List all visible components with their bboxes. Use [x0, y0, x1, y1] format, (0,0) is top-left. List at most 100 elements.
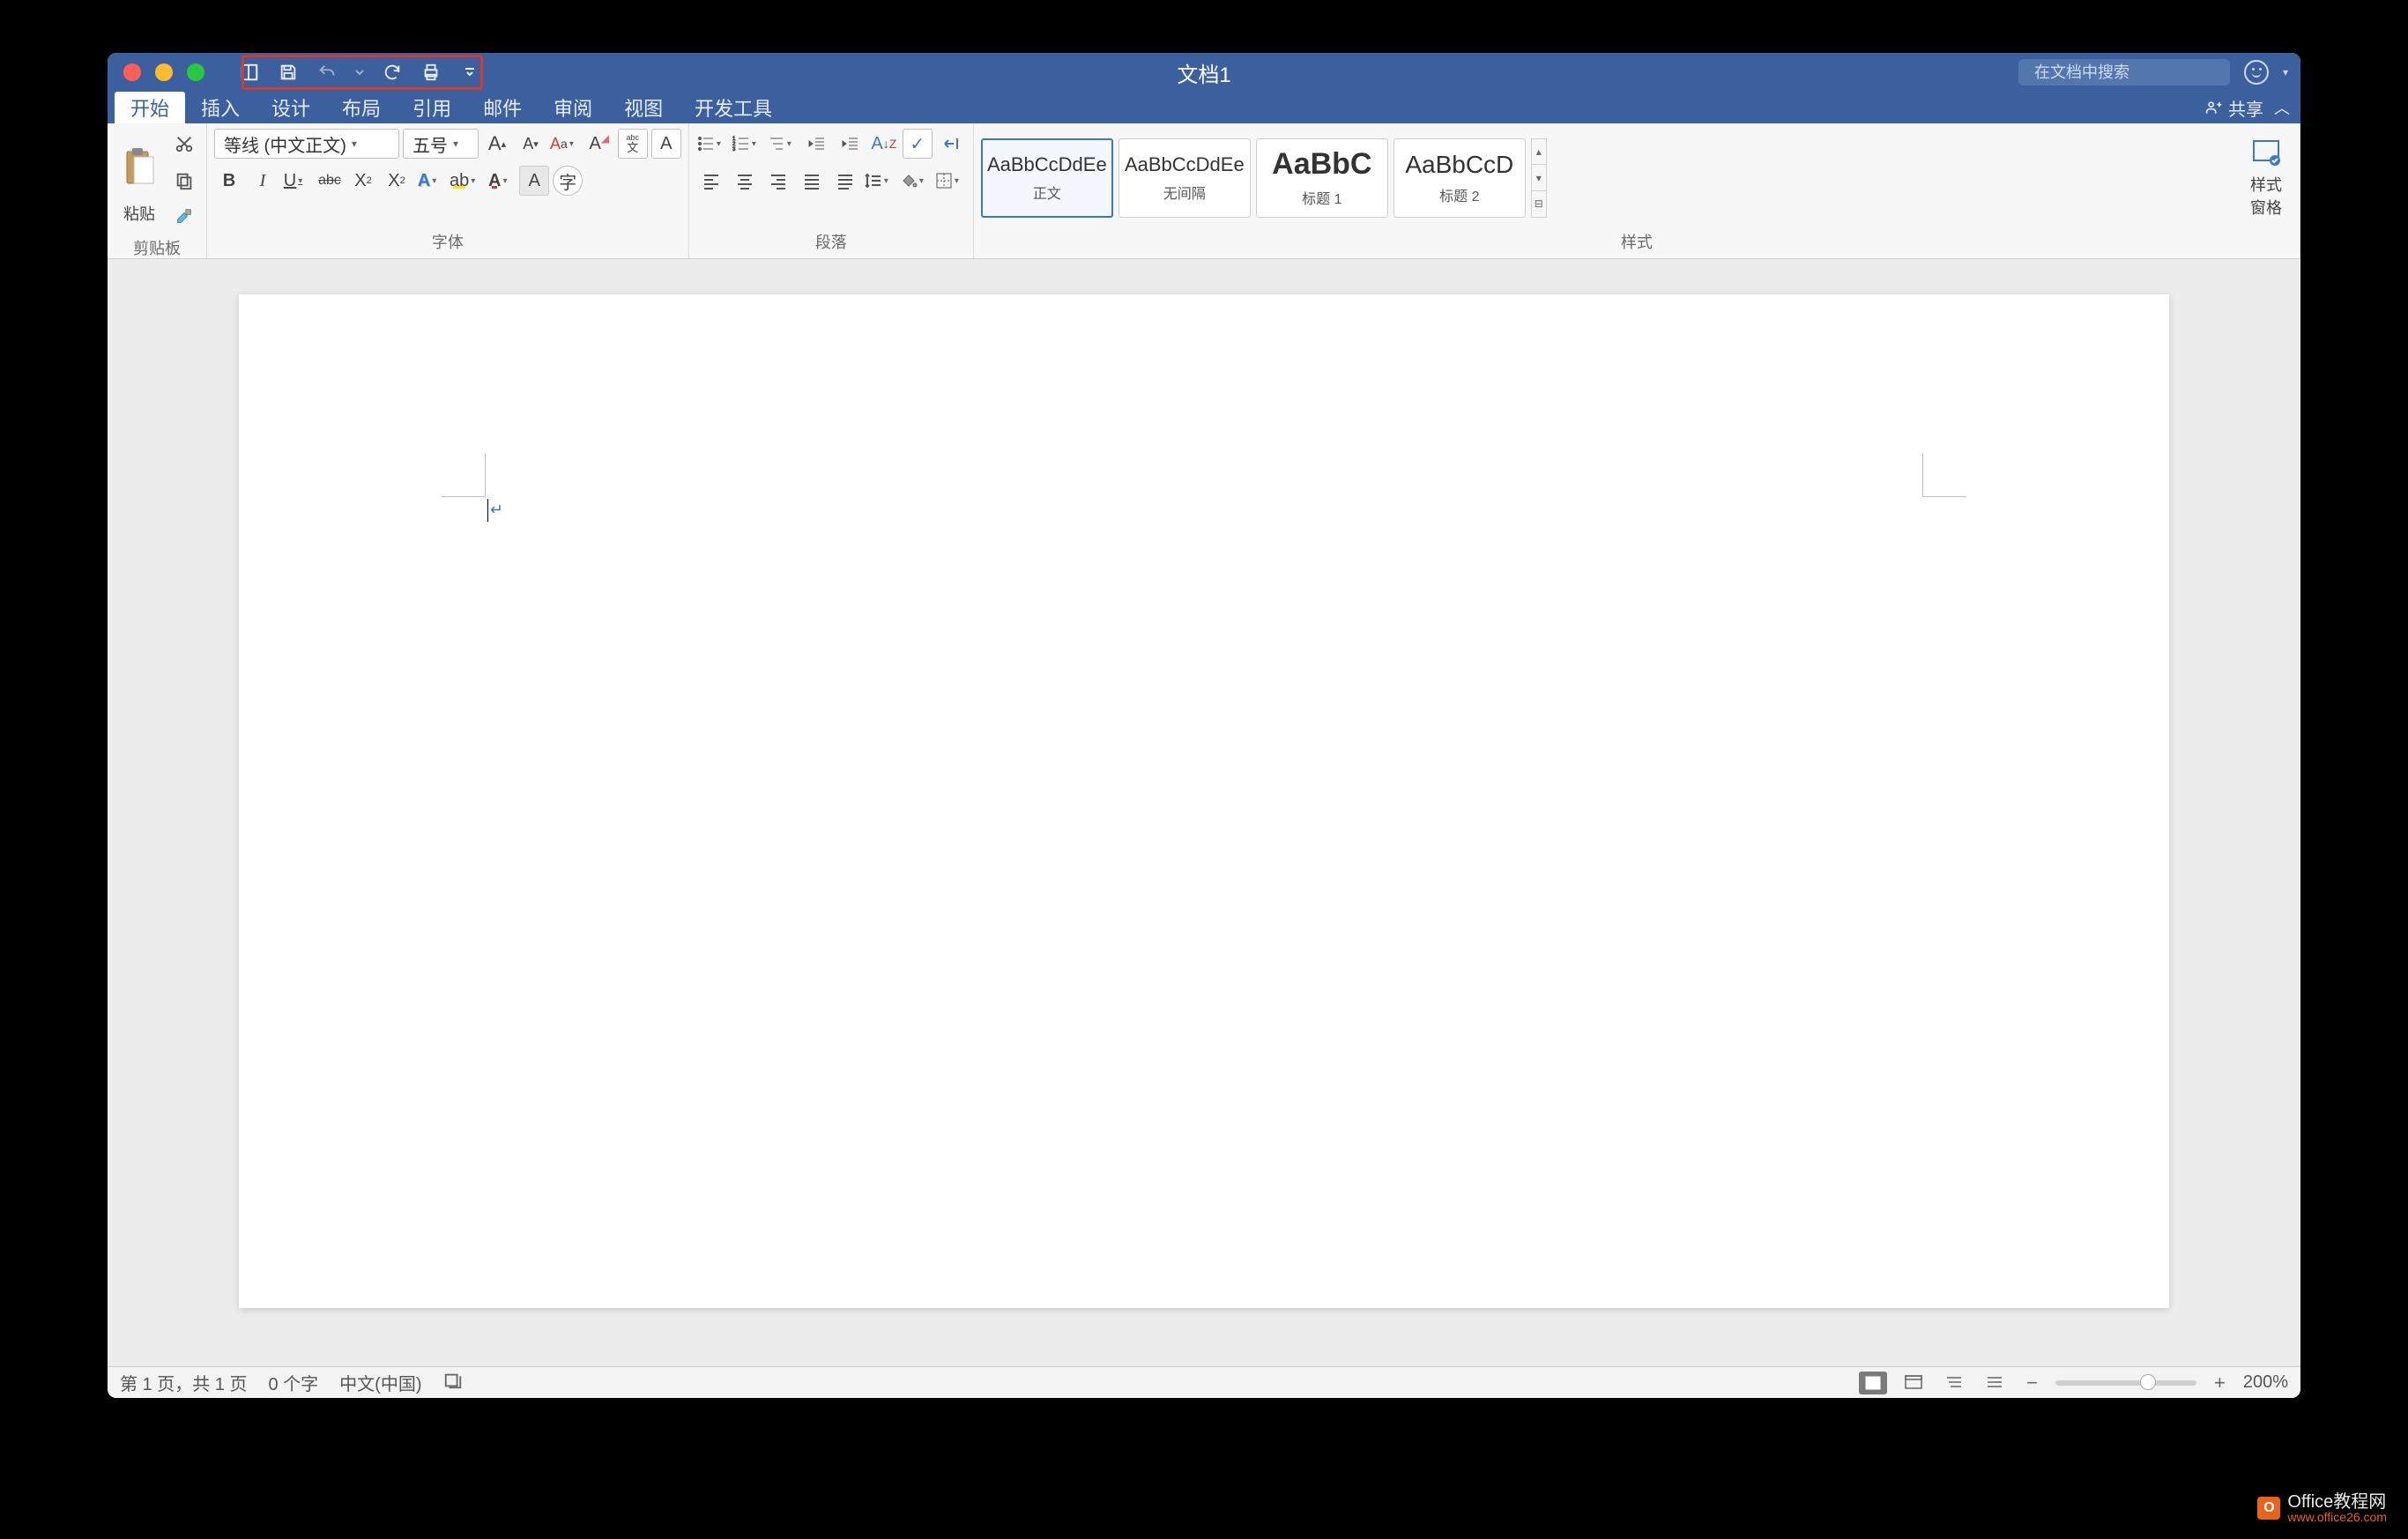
search-box[interactable] — [2018, 59, 2230, 86]
tab-references[interactable]: 引用 — [397, 92, 467, 123]
repeat-icon[interactable] — [381, 61, 404, 84]
svg-text:3: 3 — [732, 147, 736, 152]
autosave-toggle-icon[interactable] — [238, 61, 261, 84]
tab-insert[interactable]: 插入 — [185, 92, 256, 123]
align-center-button[interactable] — [730, 166, 760, 196]
view-draft-button[interactable] — [1981, 1372, 2009, 1394]
undo-icon[interactable] — [316, 61, 338, 84]
document-page[interactable]: ↵ — [239, 294, 2169, 1308]
collapse-ribbon-icon[interactable]: ︿ — [2274, 96, 2290, 119]
underline-button[interactable]: U▾ — [281, 166, 311, 196]
borders-button[interactable]: ▾ — [934, 166, 966, 196]
enclose-char-button[interactable]: 字 — [553, 166, 583, 196]
align-right-button[interactable] — [763, 166, 793, 196]
zoom-level[interactable]: 200% — [2243, 1372, 2288, 1393]
undo-dropdown-icon[interactable] — [354, 61, 365, 84]
search-input[interactable] — [2034, 63, 2239, 82]
show-marks-button[interactable]: ✓ — [903, 129, 933, 159]
tab-layout[interactable]: 布局 — [326, 92, 397, 123]
italic-button[interactable]: I — [248, 166, 278, 196]
align-left-button[interactable] — [696, 166, 726, 196]
shrink-font-button[interactable]: A▾ — [516, 129, 546, 159]
document-title: 文档1 — [1177, 57, 1230, 88]
multilevel-list-button[interactable]: ▾ — [767, 129, 799, 159]
view-outline-button[interactable] — [1940, 1372, 1968, 1394]
strikethrough-button[interactable]: abc — [315, 166, 345, 196]
styles-pane-button[interactable]: 样式 窗格 — [2240, 138, 2293, 219]
print-icon[interactable] — [420, 61, 442, 84]
font-name-combo[interactable]: 等线 (中文正文)▾ — [214, 129, 399, 159]
minimize-window-button[interactable] — [155, 63, 173, 81]
watermark: O Office教程网 www.office26.com — [2257, 1493, 2387, 1523]
scissors-icon — [175, 134, 194, 153]
quick-access-toolbar — [238, 61, 481, 84]
sort-button[interactable]: A↓Z — [869, 129, 899, 159]
close-window-button[interactable] — [123, 63, 141, 81]
bullets-button[interactable]: ▾ — [696, 129, 728, 159]
font-size-combo[interactable]: 五号▾ — [403, 129, 479, 159]
share-button[interactable]: 共享 — [2205, 95, 2263, 121]
maximize-window-button[interactable] — [187, 63, 204, 81]
numbering-icon: 123 — [732, 135, 750, 152]
shading-button[interactable]: ▾ — [899, 166, 931, 196]
pilcrow-icon — [942, 135, 960, 152]
show-paragraph-button[interactable] — [936, 129, 966, 159]
group-paragraph: ▾ 123▾ ▾ A↓Z ✓ ▾ ▾ ▾ — [689, 123, 974, 258]
superscript-button[interactable]: X2 — [382, 166, 412, 196]
status-macro-icon[interactable] — [443, 1371, 463, 1395]
margin-corner-tr — [1922, 453, 1966, 497]
customize-qat-icon[interactable] — [458, 61, 481, 84]
distribute-button[interactable] — [830, 166, 860, 196]
brush-icon — [175, 208, 194, 227]
align-justify-button[interactable] — [797, 166, 827, 196]
save-icon[interactable] — [277, 61, 300, 84]
style-normal[interactable]: AaBbCcDdEe正文 — [981, 138, 1113, 218]
paste-button[interactable] — [115, 137, 164, 198]
numbering-button[interactable]: 123▾ — [732, 129, 763, 159]
text-effects-button[interactable]: A▾ — [415, 166, 445, 196]
tab-view[interactable]: 视图 — [608, 92, 679, 123]
styles-expand[interactable]: ⊟ — [1532, 191, 1546, 217]
phonetic-guide-button[interactable]: abc文 — [618, 129, 648, 159]
increase-indent-button[interactable] — [836, 129, 866, 159]
change-case-button[interactable]: Aa▾ — [549, 129, 581, 159]
char-border-button[interactable]: A — [651, 129, 681, 159]
zoom-in-button[interactable]: + — [2209, 1372, 2231, 1394]
zoom-out-button[interactable]: − — [2021, 1372, 2043, 1394]
zoom-slider[interactable] — [2055, 1380, 2196, 1386]
style-heading2[interactable]: AaBbCcD标题 2 — [1394, 138, 1526, 218]
bold-button[interactable]: B — [214, 166, 244, 196]
status-language[interactable]: 中文(中国) — [339, 1370, 421, 1395]
styles-scroll-down[interactable]: ▾ — [1532, 165, 1546, 191]
status-page[interactable]: 第 1 页，共 1 页 — [120, 1370, 247, 1395]
grow-font-button[interactable]: A▴ — [482, 129, 512, 159]
status-words[interactable]: 0 个字 — [268, 1370, 318, 1395]
styles-scroll-up[interactable]: ▴ — [1532, 139, 1546, 166]
tab-review[interactable]: 审阅 — [538, 92, 608, 123]
document-area[interactable]: ↵ — [108, 259, 2300, 1366]
tab-home[interactable]: 开始 — [115, 92, 185, 123]
style-no-spacing[interactable]: AaBbCcDdEe无间隔 — [1119, 138, 1251, 218]
cut-button[interactable] — [169, 129, 199, 159]
tab-mailings[interactable]: 邮件 — [467, 92, 538, 123]
decrease-indent-button[interactable] — [802, 129, 832, 159]
bucket-icon — [900, 172, 918, 190]
view-web-layout-button[interactable] — [1899, 1372, 1928, 1394]
feedback-icon[interactable] — [2244, 60, 2269, 85]
title-bar: 文档1 ▾ — [108, 53, 2300, 92]
style-heading1[interactable]: AaBbC标题 1 — [1256, 138, 1388, 218]
highlight-button[interactable]: ab▾ — [449, 166, 482, 196]
tab-design[interactable]: 设计 — [256, 92, 326, 123]
tab-developer[interactable]: 开发工具 — [679, 92, 788, 123]
subscript-button[interactable]: X2 — [348, 166, 378, 196]
font-color-button[interactable]: A▾ — [486, 166, 516, 196]
copy-button[interactable] — [169, 166, 199, 196]
view-print-layout-button[interactable] — [1859, 1372, 1887, 1394]
feedback-dropdown-icon[interactable]: ▾ — [2283, 66, 2288, 78]
clear-formatting-button[interactable]: A◢ — [584, 129, 614, 159]
line-spacing-button[interactable]: ▾ — [864, 166, 896, 196]
ribbon-tabs: 开始 插入 设计 布局 引用 邮件 审阅 视图 开发工具 共享 ︿ — [108, 92, 2300, 123]
char-shading-button[interactable]: A — [519, 166, 549, 196]
format-painter-button[interactable] — [169, 203, 199, 233]
zoom-slider-thumb[interactable] — [2140, 1374, 2156, 1390]
